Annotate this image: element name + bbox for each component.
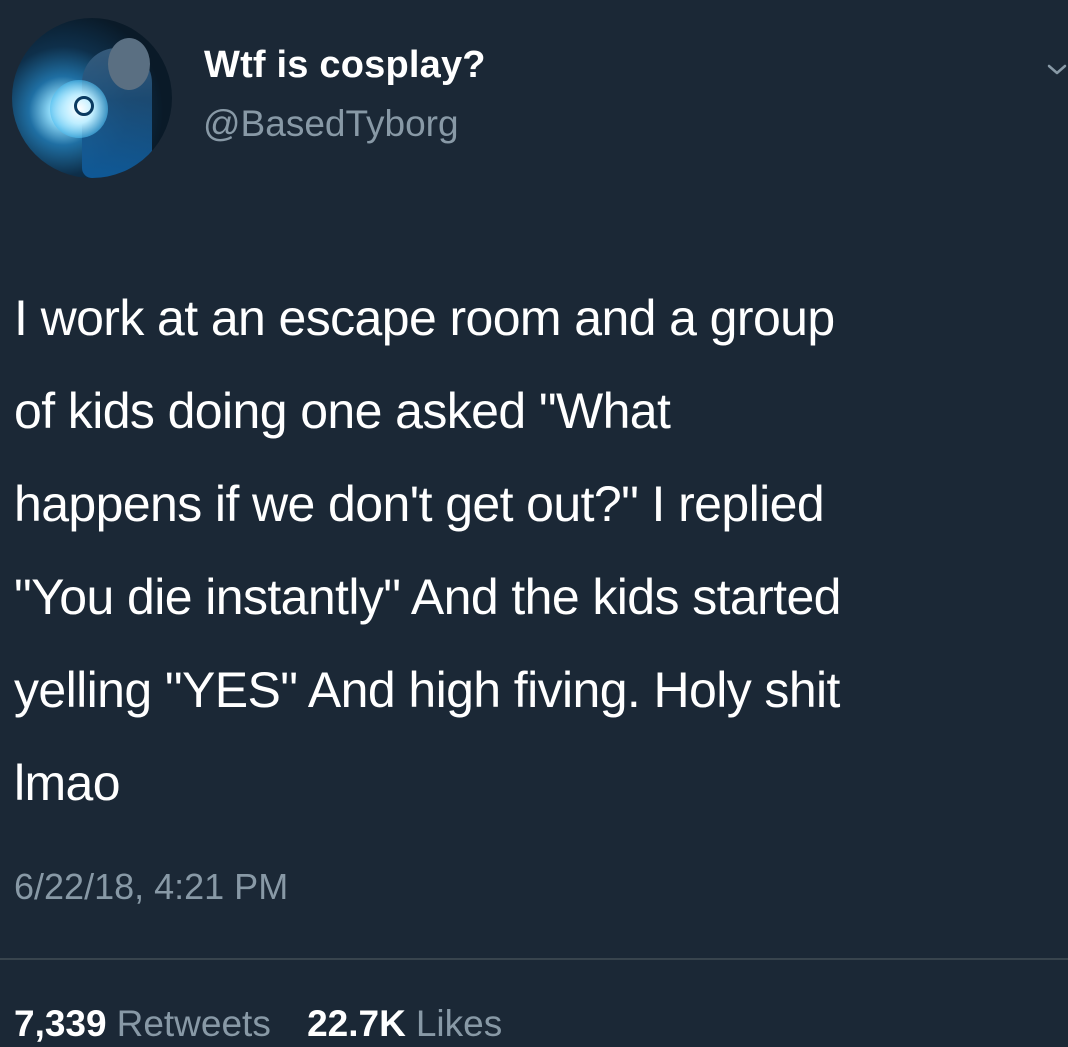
divider [0,958,1068,960]
tweet-text-line: "You die instantly" And the kids started [14,569,841,625]
tweet-text-line: happens if we don't get out?" I replied [14,476,825,532]
chevron-down-icon[interactable] [1046,58,1068,80]
avatar[interactable] [12,18,172,178]
chevron-down-icon-svg [1047,64,1067,75]
display-name[interactable]: Wtf is cosplay? [204,44,486,87]
avatar-ring [74,96,94,116]
user-handle[interactable]: @BasedTyborg [203,103,459,145]
likes-stat[interactable]: 22.7K Likes [307,1003,502,1045]
retweets-count: 7,339 [14,1003,107,1044]
avatar-head [108,38,150,90]
retweets-stat[interactable]: 7,339 Retweets [14,1003,271,1045]
tweet-stats: 7,339 Retweets 22.7K Likes [14,1003,528,1045]
tweet-timestamp[interactable]: 6/22/18, 4:21 PM [14,866,288,908]
tweet-text-line: lmao [14,755,121,811]
retweets-label: Retweets [116,1003,271,1044]
tweet-text-line: I work at an escape room and a group [14,290,835,346]
tweet-text: I work at an escape room and a group of … [14,272,1068,830]
likes-count: 22.7K [307,1003,406,1044]
tweet-text-line: of kids doing one asked "What [14,383,671,439]
likes-label: Likes [415,1003,503,1044]
tweet-text-line: yelling "YES" And high fiving. Holy shit [14,662,840,718]
